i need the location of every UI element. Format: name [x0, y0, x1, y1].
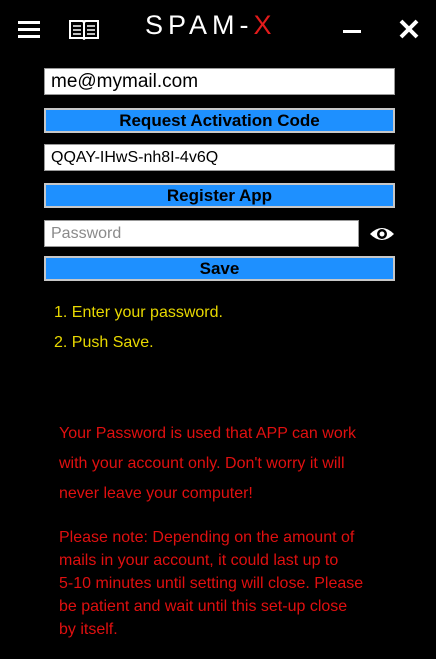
instruction-step: 2. Push Save.: [54, 334, 154, 351]
minimize-icon[interactable]: [343, 30, 361, 33]
email-field[interactable]: [44, 68, 395, 95]
password-field[interactable]: [44, 220, 359, 247]
notice-line: Please note: Depending on the amount of: [59, 529, 355, 546]
logo-text: SPAM-: [145, 10, 254, 40]
duration-notice: Please note: Depending on the amount of …: [59, 528, 363, 643]
instruction-step: 1. Enter your password.: [54, 304, 223, 321]
password-notice: Your Password is used that APP can work …: [59, 424, 356, 514]
instructions-list: 1. Enter your password. 2. Push Save.: [54, 303, 223, 363]
notice-line: never leave your computer!: [59, 485, 253, 502]
save-button[interactable]: Save: [44, 256, 395, 281]
request-activation-code-button[interactable]: Request Activation Code: [44, 108, 395, 133]
notice-line: with your account only. Don't worry it w…: [59, 455, 345, 472]
notice-line: 5-10 minutes until setting will close. P…: [59, 575, 364, 592]
register-app-button[interactable]: Register App: [44, 183, 395, 208]
title-bar: SPAM-X: [0, 0, 436, 56]
close-icon[interactable]: [398, 18, 420, 40]
hamburger-icon[interactable]: [18, 21, 40, 39]
notice-line: Your Password is used that APP can work: [59, 425, 357, 442]
book-icon[interactable]: [68, 18, 100, 40]
eye-icon[interactable]: [369, 224, 395, 244]
logo-accent: X: [253, 10, 277, 40]
app-logo: SPAM-X: [145, 10, 277, 40]
notice-line: by itself.: [59, 621, 118, 638]
notice-line: be patient and wait until this set-up cl…: [59, 598, 348, 615]
notice-line: mails in your account, it could last up …: [59, 552, 339, 569]
activation-code-field[interactable]: [44, 144, 395, 171]
